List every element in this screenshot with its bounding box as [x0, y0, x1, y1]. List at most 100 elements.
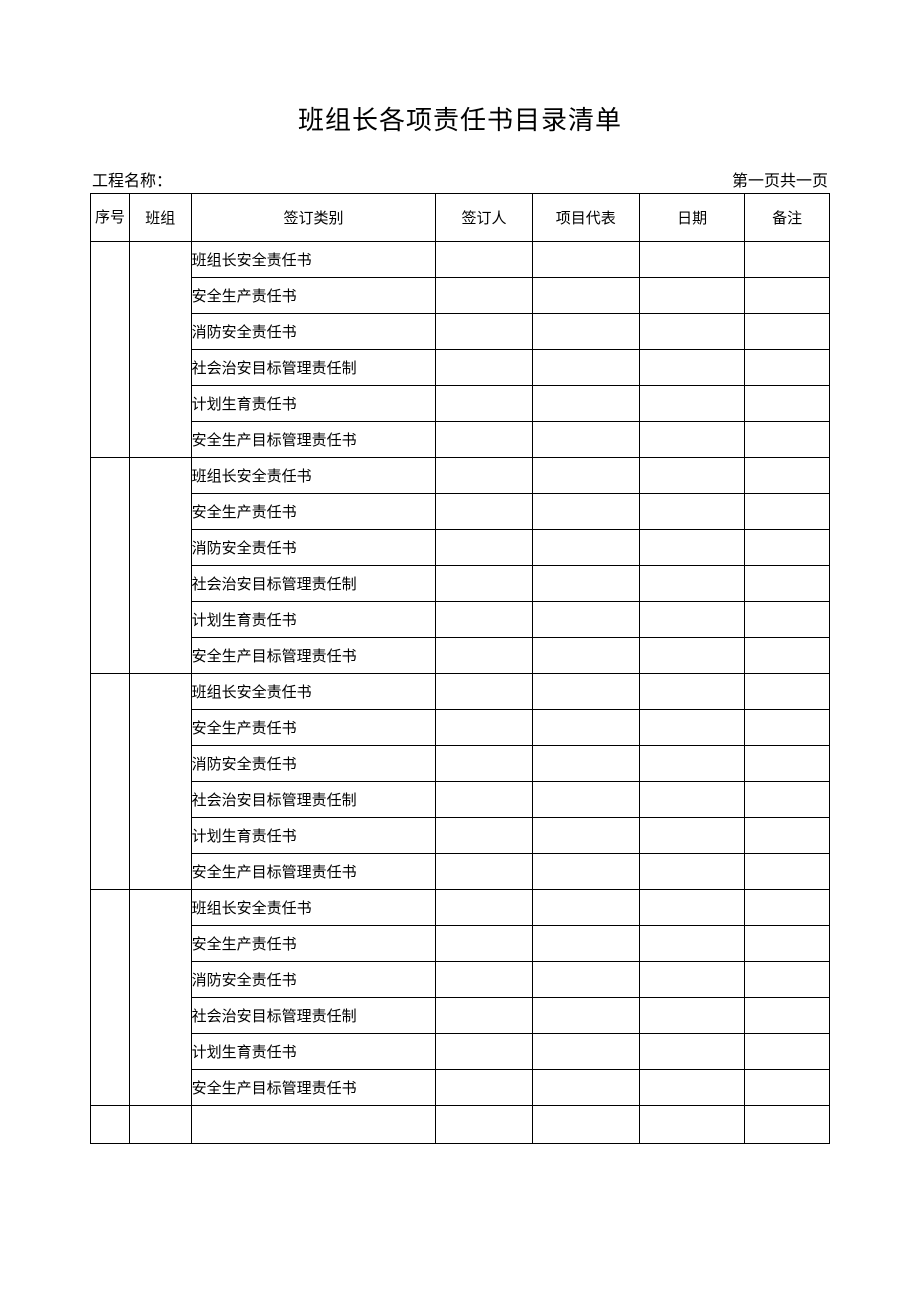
cell-remark — [745, 278, 830, 314]
cell-category: 消防安全责任书 — [191, 746, 436, 782]
cell-remark — [745, 674, 830, 710]
cell-remark — [745, 242, 830, 278]
cell-remark — [745, 998, 830, 1034]
cell-team — [129, 890, 191, 1106]
cell-signer — [436, 422, 532, 458]
table-empty-row — [91, 1106, 830, 1144]
cell-remark — [745, 386, 830, 422]
cell-rep — [532, 386, 640, 422]
document-header: 工程名称： 第一页共一页 — [90, 167, 830, 191]
cell-remark — [745, 566, 830, 602]
cell-empty — [436, 1106, 532, 1144]
cell-category: 安全生产目标管理责任书 — [191, 1070, 436, 1106]
cell-remark — [745, 314, 830, 350]
table-row: 安全生产责任书 — [91, 494, 830, 530]
cell-date — [640, 638, 745, 674]
cell-rep — [532, 782, 640, 818]
cell-remark — [745, 1070, 830, 1106]
table-row: 计划生育责任书 — [91, 1034, 830, 1070]
cell-date — [640, 890, 745, 926]
cell-empty — [745, 1106, 830, 1144]
cell-signer — [436, 674, 532, 710]
cell-category: 安全生产责任书 — [191, 494, 436, 530]
table-row: 安全生产责任书 — [91, 278, 830, 314]
cell-empty — [532, 1106, 640, 1144]
cell-category: 消防安全责任书 — [191, 530, 436, 566]
header-rep: 项目代表 — [532, 194, 640, 242]
cell-rep — [532, 746, 640, 782]
cell-signer — [436, 1070, 532, 1106]
table-row: 班组长安全责任书 — [91, 674, 830, 710]
cell-category: 计划生育责任书 — [191, 602, 436, 638]
table-row: 安全生产责任书 — [91, 926, 830, 962]
cell-rep — [532, 530, 640, 566]
header-category: 签订类别 — [191, 194, 436, 242]
cell-seq — [91, 458, 130, 674]
project-name-label: 工程名称： — [92, 167, 172, 191]
cell-category: 班组长安全责任书 — [191, 890, 436, 926]
cell-category: 社会治安目标管理责任制 — [191, 782, 436, 818]
cell-date — [640, 458, 745, 494]
cell-remark — [745, 638, 830, 674]
table-header-row: 序号 班组 签订类别 签订人 项目代表 日期 备注 — [91, 194, 830, 242]
cell-category: 班组长安全责任书 — [191, 242, 436, 278]
cell-remark — [745, 494, 830, 530]
cell-signer — [436, 242, 532, 278]
table-row: 消防安全责任书 — [91, 530, 830, 566]
cell-date — [640, 854, 745, 890]
cell-category: 安全生产目标管理责任书 — [191, 854, 436, 890]
cell-empty — [640, 1106, 745, 1144]
cell-date — [640, 242, 745, 278]
cell-signer — [436, 602, 532, 638]
cell-rep — [532, 710, 640, 746]
cell-remark — [745, 746, 830, 782]
cell-team — [129, 458, 191, 674]
cell-remark — [745, 854, 830, 890]
cell-category: 安全生产目标管理责任书 — [191, 422, 436, 458]
cell-team — [129, 242, 191, 458]
cell-date — [640, 314, 745, 350]
cell-signer — [436, 818, 532, 854]
cell-date — [640, 350, 745, 386]
cell-category: 计划生育责任书 — [191, 386, 436, 422]
cell-rep — [532, 890, 640, 926]
table-row: 班组长安全责任书 — [91, 458, 830, 494]
cell-rep — [532, 242, 640, 278]
cell-category: 消防安全责任书 — [191, 962, 436, 998]
cell-remark — [745, 818, 830, 854]
table-row: 社会治安目标管理责任制 — [91, 566, 830, 602]
cell-rep — [532, 278, 640, 314]
cell-remark — [745, 530, 830, 566]
cell-signer — [436, 350, 532, 386]
cell-category: 社会治安目标管理责任制 — [191, 566, 436, 602]
cell-date — [640, 422, 745, 458]
cell-remark — [745, 602, 830, 638]
cell-date — [640, 386, 745, 422]
table-row: 社会治安目标管理责任制 — [91, 350, 830, 386]
table-row: 计划生育责任书 — [91, 602, 830, 638]
cell-date — [640, 710, 745, 746]
header-team: 班组 — [129, 194, 191, 242]
cell-signer — [436, 890, 532, 926]
cell-rep — [532, 818, 640, 854]
table-row: 安全生产目标管理责任书 — [91, 422, 830, 458]
cell-signer — [436, 530, 532, 566]
cell-signer — [436, 566, 532, 602]
cell-date — [640, 530, 745, 566]
cell-signer — [436, 746, 532, 782]
cell-date — [640, 602, 745, 638]
cell-remark — [745, 350, 830, 386]
header-date: 日期 — [640, 194, 745, 242]
cell-date — [640, 1070, 745, 1106]
cell-rep — [532, 566, 640, 602]
cell-date — [640, 998, 745, 1034]
cell-signer — [436, 314, 532, 350]
cell-rep — [532, 422, 640, 458]
table-row: 社会治安目标管理责任制 — [91, 782, 830, 818]
cell-seq — [91, 890, 130, 1106]
table-row: 计划生育责任书 — [91, 386, 830, 422]
cell-category: 安全生产责任书 — [191, 926, 436, 962]
cell-remark — [745, 1034, 830, 1070]
cell-date — [640, 782, 745, 818]
table-row: 安全生产目标管理责任书 — [91, 854, 830, 890]
